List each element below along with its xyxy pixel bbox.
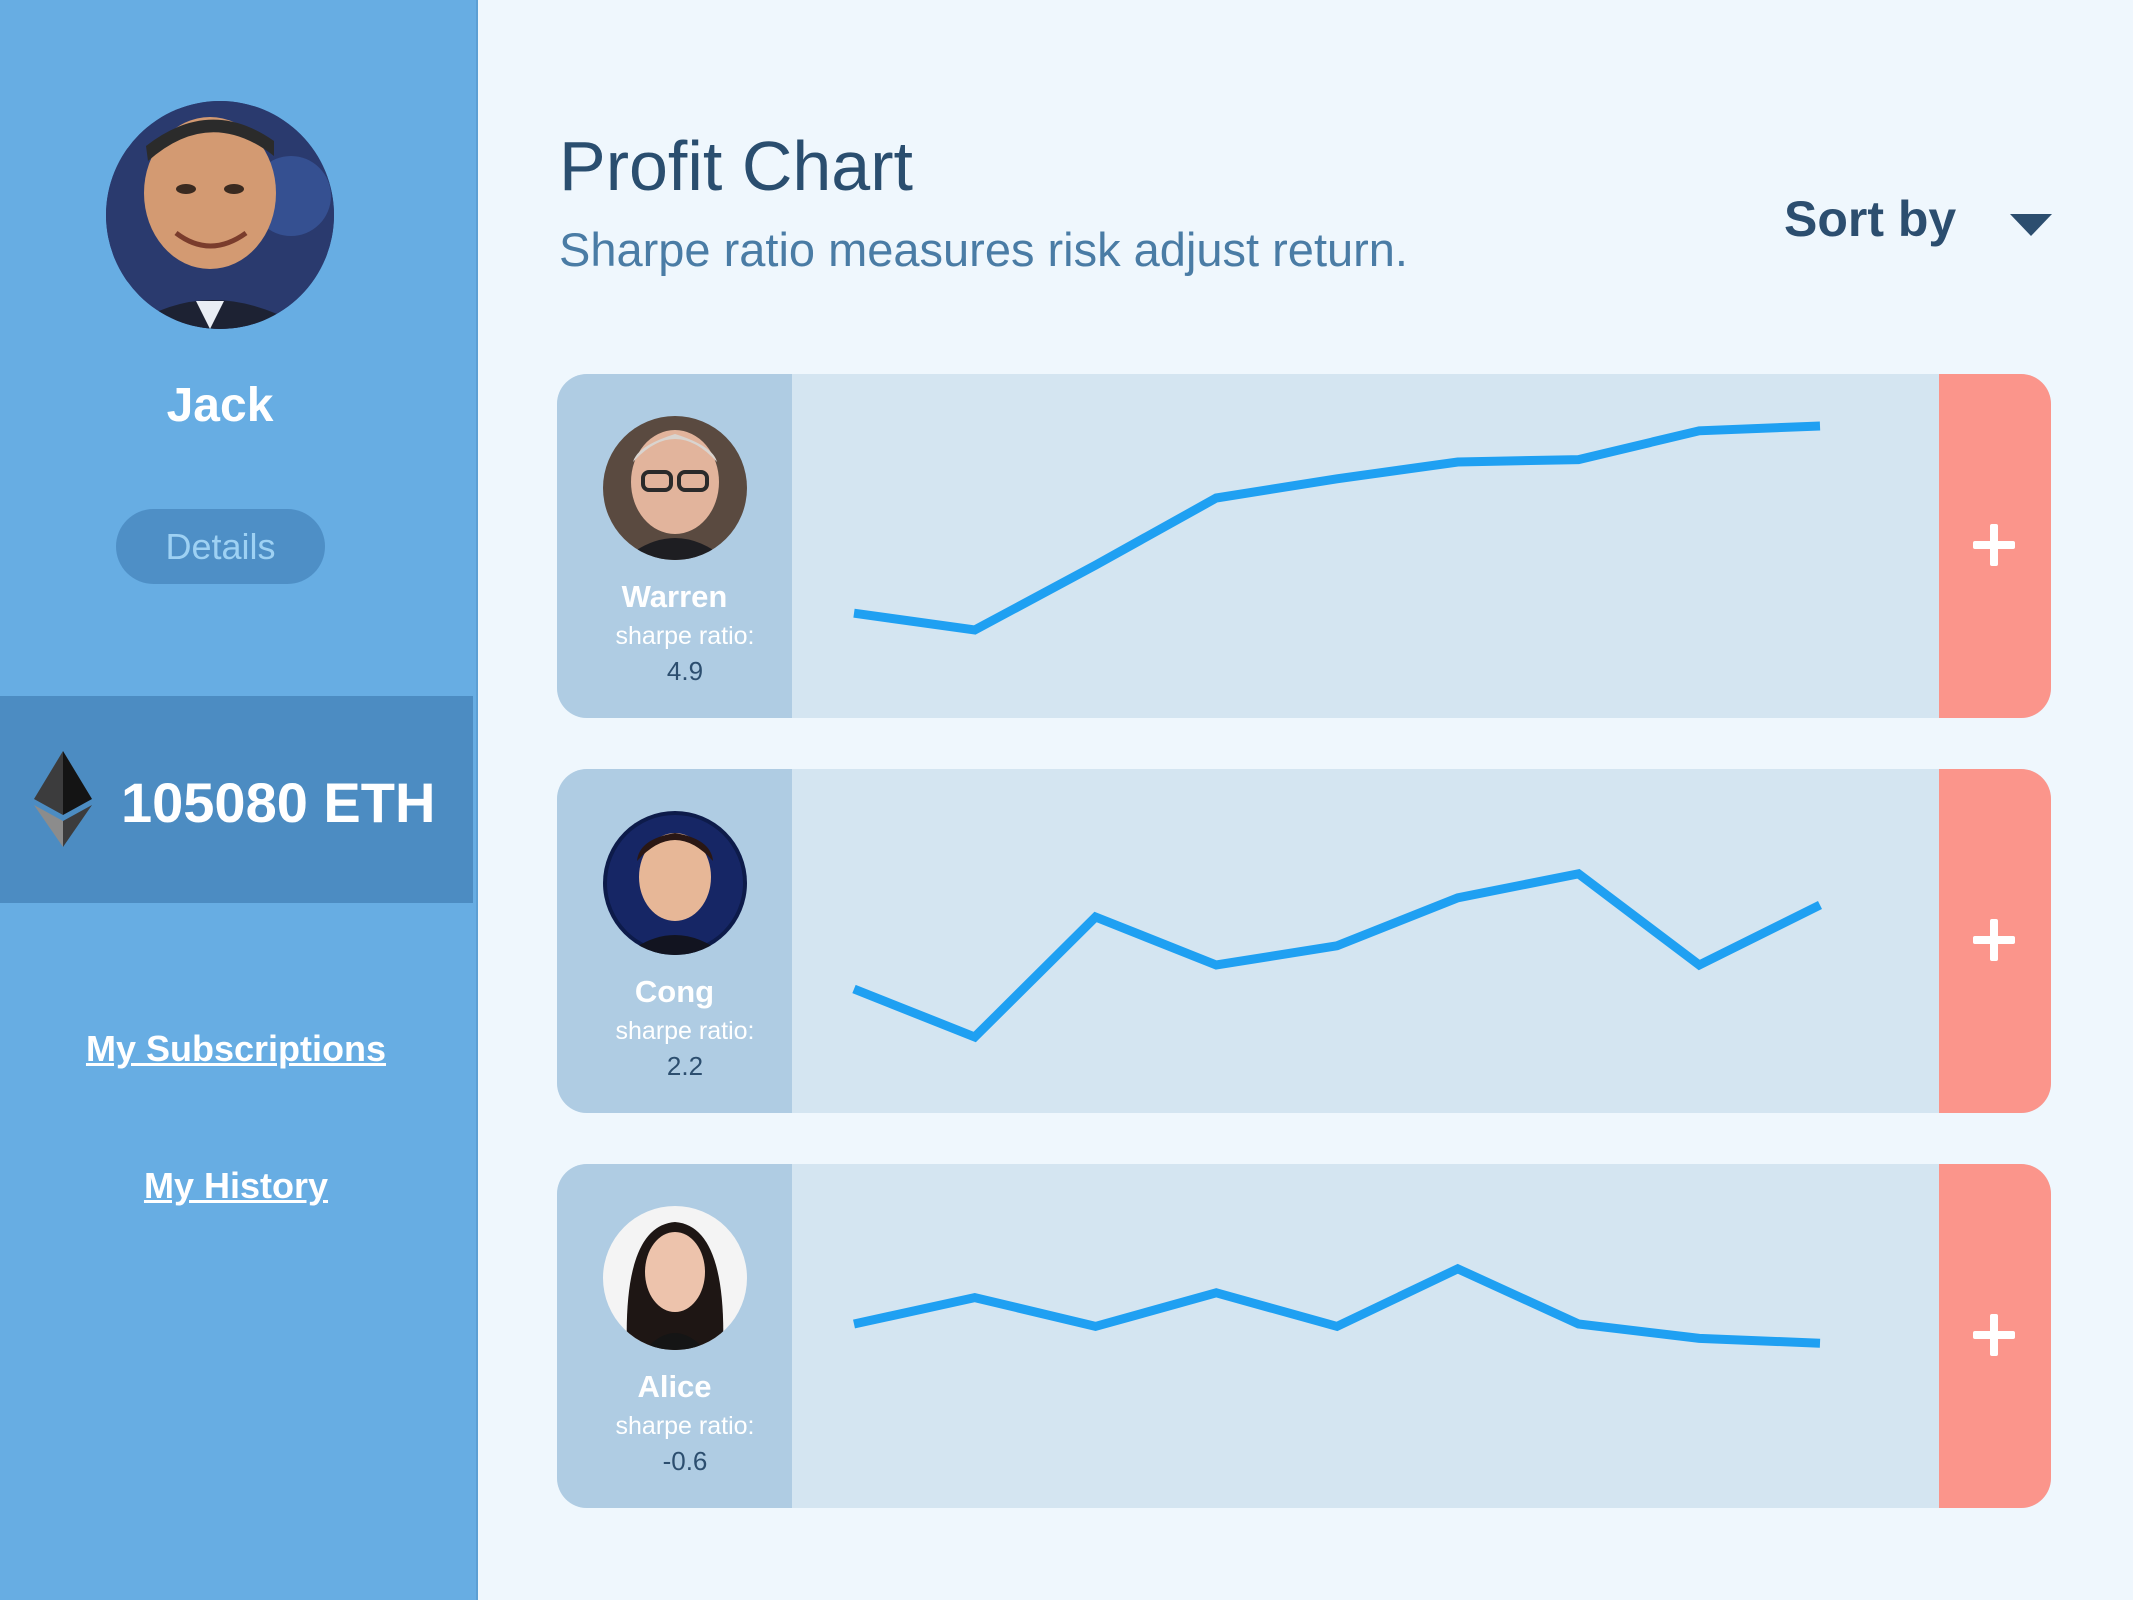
sort-by-dropdown[interactable]: Sort by bbox=[1784, 190, 1956, 248]
chevron-down-icon[interactable] bbox=[2010, 214, 2052, 236]
trader-avatar[interactable] bbox=[603, 416, 747, 560]
user-avatar[interactable] bbox=[106, 101, 334, 329]
details-button[interactable]: Details bbox=[116, 509, 325, 584]
plus-icon-vertical bbox=[1990, 524, 1998, 566]
sharpe-ratio-label: sharpe ratio: bbox=[615, 622, 755, 650]
my-subscriptions-link[interactable]: My Subscriptions bbox=[0, 1028, 472, 1070]
add-subscription-button[interactable] bbox=[1939, 1164, 2051, 1508]
trader-name: Cong bbox=[634, 974, 715, 1009]
profit-series-line bbox=[853, 421, 1821, 635]
page-title: Profit Chart bbox=[559, 127, 913, 205]
sharpe-ratio-value: 4.9 bbox=[666, 656, 704, 686]
trader-card: Alice sharpe ratio: -0.6 bbox=[557, 1164, 2051, 1508]
trader-name: Alice bbox=[637, 1369, 712, 1404]
trader-card: Cong sharpe ratio: 2.2 bbox=[557, 769, 2051, 1113]
sharpe-ratio-label: sharpe ratio: bbox=[615, 1412, 755, 1440]
sharpe-ratio-value: -0.6 bbox=[662, 1446, 708, 1476]
user-portrait-icon bbox=[106, 101, 334, 329]
wallet-balance: 105080 ETH bbox=[0, 696, 473, 903]
profit-line-chart bbox=[852, 868, 1823, 1043]
trader-card: Warren sharpe ratio: 4.9 bbox=[557, 374, 2051, 718]
profit-series-line bbox=[852, 868, 1823, 1043]
ethereum-icon bbox=[34, 751, 92, 847]
user-name: Jack bbox=[166, 379, 274, 432]
sidebar: Jack Details 105080 ETH My Subscriptions… bbox=[0, 0, 476, 1600]
trader-avatar[interactable] bbox=[603, 811, 747, 955]
add-subscription-button[interactable] bbox=[1939, 374, 2051, 718]
trader-portrait-icon bbox=[603, 1206, 747, 1350]
profit-line-chart bbox=[853, 421, 1821, 635]
trader-portrait-icon bbox=[603, 416, 747, 560]
page-subtitle: Sharpe ratio measures risk adjust return… bbox=[559, 223, 1408, 276]
profit-line-chart bbox=[853, 1263, 1821, 1348]
sharpe-ratio-label: sharpe ratio: bbox=[615, 1017, 755, 1045]
trader-name: Warren bbox=[621, 579, 728, 614]
sharpe-ratio-value: 2.2 bbox=[666, 1051, 704, 1081]
plus-icon-vertical bbox=[1990, 919, 1998, 961]
plus-icon-vertical bbox=[1990, 1314, 1998, 1356]
trader-avatar[interactable] bbox=[603, 1206, 747, 1350]
sidebar-divider bbox=[476, 0, 478, 1600]
trader-portrait-icon bbox=[603, 811, 747, 955]
profit-series-line bbox=[853, 1263, 1821, 1348]
trader-info: Alice sharpe ratio: -0.6 bbox=[557, 1164, 792, 1508]
my-history-link[interactable]: My History bbox=[0, 1165, 472, 1207]
add-subscription-button[interactable] bbox=[1939, 769, 2051, 1113]
trader-info: Cong sharpe ratio: 2.2 bbox=[557, 769, 792, 1113]
eth-amount: 105080 ETH bbox=[121, 771, 436, 834]
trader-info: Warren sharpe ratio: 4.9 bbox=[557, 374, 792, 718]
